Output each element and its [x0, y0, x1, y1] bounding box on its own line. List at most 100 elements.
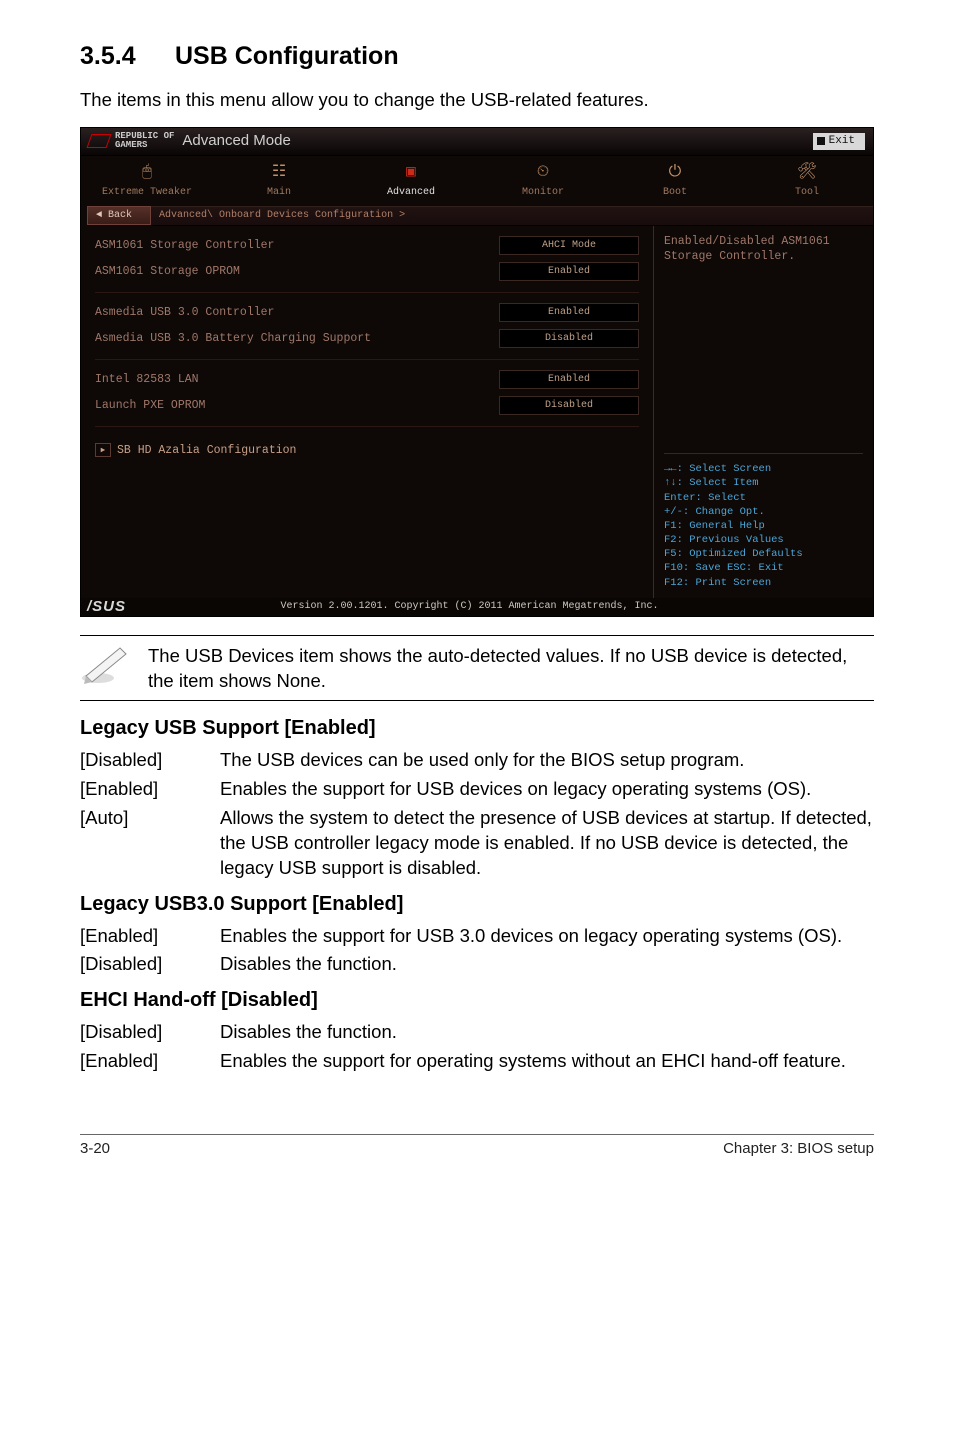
field-value[interactable]: Enabled [499, 370, 639, 390]
tab-label: Advanced [387, 186, 435, 200]
heading-ehci-handoff: EHCI Hand-off [Disabled] [80, 987, 874, 1014]
tab-boot[interactable]: ⏻Boot [609, 156, 741, 206]
option-value: Enables the support for operating system… [220, 1049, 874, 1074]
option-value: Disables the function. [220, 952, 874, 977]
gauge-icon: ⏲ [537, 162, 549, 184]
exit-button[interactable]: Exit [813, 133, 865, 150]
bios-screenshot: REPUBLIC OF GAMERS Advanced Mode Exit 🖱E… [80, 127, 874, 617]
submenu-label: SB HD Azalia Configuration [117, 443, 296, 459]
help-key: F2: Previous Values [664, 533, 863, 547]
help-key: F5: Optimized Defaults [664, 547, 863, 561]
pencil-note-icon [80, 644, 130, 684]
mode-label: Advanced Mode [182, 131, 290, 151]
breadcrumb: Advanced\ Onboard Devices Configuration … [151, 206, 873, 226]
intro-text: The items in this menu allow you to chan… [80, 88, 874, 113]
option-key: [Enabled] [80, 777, 220, 802]
chevron-right-icon: ▸ [95, 443, 111, 457]
tab-extreme-tweaker[interactable]: 🖱Extreme Tweaker [81, 156, 213, 206]
field-asmedia-usb3-controller[interactable]: Asmedia USB 3.0 Controller Enabled [95, 303, 639, 323]
field-value[interactable]: Disabled [499, 329, 639, 349]
power-icon: ⏻ [669, 162, 682, 184]
tab-label: Main [267, 186, 291, 200]
tab-advanced[interactable]: ▣ Advanced [345, 156, 477, 206]
separator [80, 700, 874, 701]
option-value: Enables the support for USB 3.0 devices … [220, 924, 874, 949]
field-value[interactable]: Enabled [499, 262, 639, 282]
brand-line2: GAMERS [115, 141, 174, 150]
bios-left-panel: ASM1061 Storage Controller AHCI Mode ASM… [81, 226, 653, 598]
section-heading: 3.5.4 USB Configuration [80, 40, 874, 74]
field-value[interactable]: Enabled [499, 303, 639, 323]
tab-label: Tool [795, 186, 819, 200]
rog-brand: REPUBLIC OF GAMERS [115, 132, 174, 150]
option-row: [Enabled] Enables the support for USB 3.… [80, 924, 874, 949]
help-keys: →←: Select Screen ↑↓: Select Item Enter:… [664, 445, 863, 590]
submenu-sb-hd-azalia[interactable]: ▸ SB HD Azalia Configuration [95, 443, 639, 459]
help-key: F1: General Help [664, 519, 863, 533]
field-asmedia-battery-charging[interactable]: Asmedia USB 3.0 Battery Charging Support… [95, 329, 639, 349]
tab-tool[interactable]: 🛠 Tool [741, 156, 873, 206]
bios-help-panel: Enabled/Disabled ASM1061 Storage Control… [653, 226, 873, 598]
field-value[interactable]: Disabled [499, 396, 639, 416]
option-key: [Enabled] [80, 924, 220, 949]
note-block: The USB Devices item shows the auto-dete… [80, 636, 874, 700]
option-row: [Enabled] Enables the support for USB de… [80, 777, 874, 802]
chapter-label: Chapter 3: BIOS setup [723, 1139, 874, 1159]
separator [95, 292, 639, 293]
option-key: [Disabled] [80, 952, 220, 977]
option-row: [Enabled] Enables the support for operat… [80, 1049, 874, 1074]
option-row: [Disabled] The USB devices can be used o… [80, 748, 874, 773]
field-asm1061-oprom[interactable]: ASM1061 Storage OPROM Enabled [95, 262, 639, 282]
heading-legacy-usb: Legacy USB Support [Enabled] [80, 715, 874, 742]
note-text: The USB Devices item shows the auto-dete… [148, 644, 874, 694]
field-asm1061-controller[interactable]: ASM1061 Storage Controller AHCI Mode [95, 236, 639, 256]
field-launch-pxe-oprom[interactable]: Launch PXE OPROM Disabled [95, 396, 639, 416]
breadcrumb-row: ◄ Back Advanced\ Onboard Devices Configu… [81, 206, 873, 226]
help-key: F12: Print Screen [664, 576, 863, 590]
option-value: Allows the system to detect the presence… [220, 806, 874, 881]
section-number: 3.5.4 [80, 40, 175, 74]
bios-titlebar: REPUBLIC OF GAMERS Advanced Mode Exit [81, 128, 873, 156]
asus-logo: /SUS [81, 597, 126, 617]
help-key: F10: Save ESC: Exit [664, 561, 863, 575]
separator [95, 359, 639, 360]
field-label: ASM1061 Storage Controller [95, 238, 499, 254]
option-key: [Disabled] [80, 748, 220, 773]
help-key: →←: Select Screen [664, 462, 863, 476]
option-row: [Disabled] Disables the function. [80, 952, 874, 977]
field-value[interactable]: AHCI Mode [499, 236, 639, 256]
help-key: Enter: Select [664, 491, 863, 505]
field-label: Asmedia USB 3.0 Battery Charging Support [95, 331, 499, 347]
tab-main[interactable]: ☷ Main [213, 156, 345, 206]
field-label: Asmedia USB 3.0 Controller [95, 305, 499, 321]
option-key: [Enabled] [80, 1049, 220, 1074]
section-title: USB Configuration [175, 40, 399, 74]
option-value: Enables the support for USB devices on l… [220, 777, 874, 802]
bios-version: Version 2.00.1201. Copyright (C) 2011 Am… [126, 600, 873, 614]
page-number: 3-20 [80, 1139, 110, 1159]
option-value: Disables the function. [220, 1020, 874, 1045]
exit-label: Exit [829, 134, 855, 149]
separator [664, 453, 863, 454]
field-intel-lan[interactable]: Intel 82583 LAN Enabled [95, 370, 639, 390]
help-key: ↑↓: Select Item [664, 476, 863, 490]
mouse-icon: 🖱 [142, 162, 152, 184]
help-text: Enabled/Disabled ASM1061 Storage Control… [664, 234, 863, 265]
list-icon: ☷ [272, 162, 286, 184]
option-key: [Disabled] [80, 1020, 220, 1045]
heading-legacy-usb3: Legacy USB3.0 Support [Enabled] [80, 891, 874, 918]
rog-logo-icon [86, 134, 111, 148]
field-label: Intel 82583 LAN [95, 372, 499, 388]
back-button[interactable]: ◄ Back [87, 206, 151, 226]
bios-tabs: 🖱Extreme Tweaker ☷ Main ▣ Advanced ⏲ Monito… [81, 156, 873, 206]
exit-icon [817, 137, 825, 145]
option-value: The USB devices can be used only for the… [220, 748, 874, 773]
tab-monitor[interactable]: ⏲ Monitor [477, 156, 609, 206]
field-label: ASM1061 Storage OPROM [95, 264, 499, 280]
tool-icon: 🛠 [797, 162, 817, 184]
chip-icon: ▣ [406, 162, 416, 184]
bios-footer: /SUS Version 2.00.1201. Copyright (C) 20… [81, 598, 873, 616]
tab-label: Monitor [522, 186, 564, 200]
option-row: [Disabled] Disables the function. [80, 1020, 874, 1045]
help-key: +/-: Change Opt. [664, 505, 863, 519]
